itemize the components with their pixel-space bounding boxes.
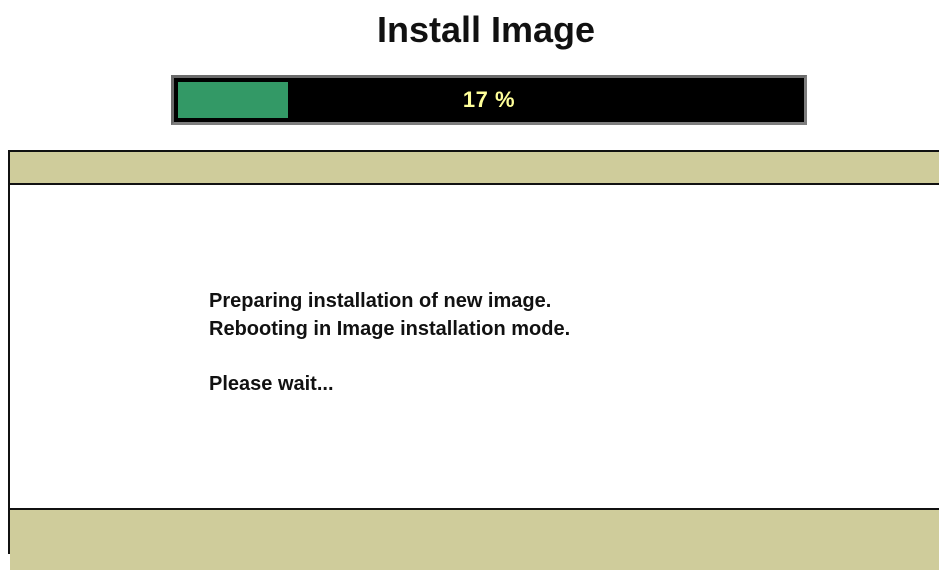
panel-top-band [10, 152, 939, 185]
status-line-rebooting: Rebooting in Image installation mode. [209, 318, 571, 340]
please-wait-text: Please wait... [209, 373, 334, 395]
status-panel: Preparing installation of new image. Reb… [8, 150, 939, 570]
install-progress-bar: 17 % [171, 75, 807, 125]
status-line-preparing: Preparing installation of new image. [209, 290, 552, 312]
progress-percent-label: 17 % [462, 87, 516, 112]
panel-bottom-band [10, 508, 939, 570]
status-message: Preparing installation of new image. Reb… [209, 287, 570, 398]
page-title: Install Image [376, 9, 596, 50]
